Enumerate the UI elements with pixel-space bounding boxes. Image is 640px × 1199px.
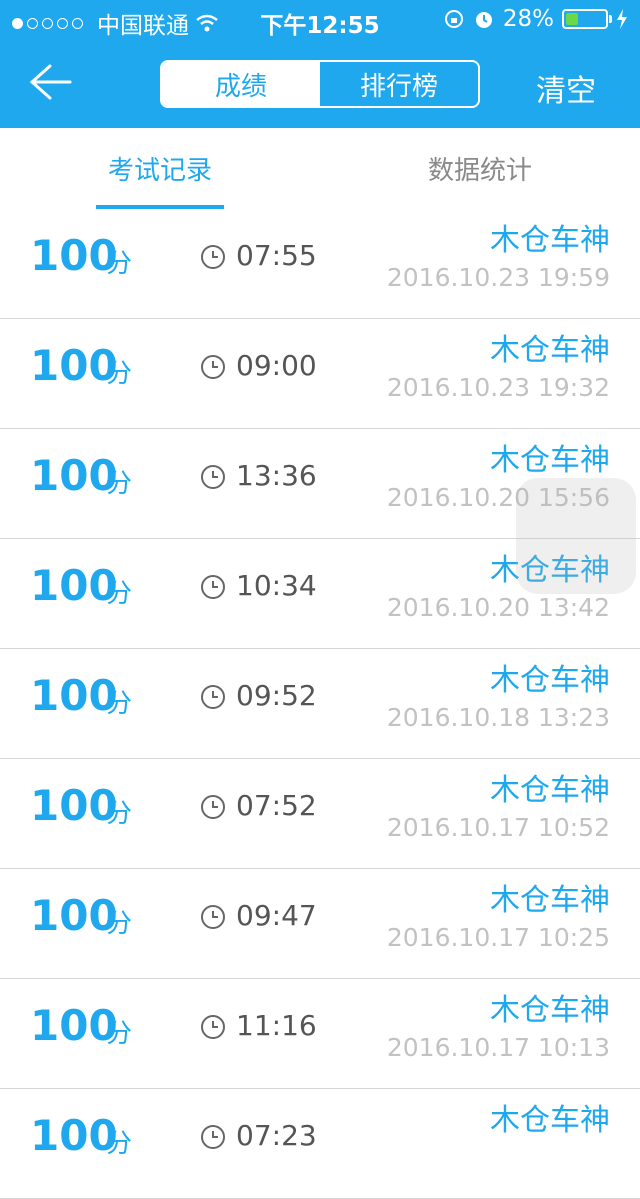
clock-icon: [201, 465, 225, 489]
user-name: 木仓车神: [490, 663, 610, 698]
segment-scores[interactable]: 成绩: [162, 62, 320, 106]
exam-date: 2016.10.20 13:42: [386, 593, 610, 622]
score-unit: 分: [106, 1019, 133, 1049]
battery-percent: 28%: [502, 6, 554, 32]
user-name: 木仓车神: [490, 333, 610, 368]
user-name: 木仓车神: [490, 1103, 610, 1138]
clock-icon: [201, 795, 225, 819]
exam-date: 2016.10.23 19:59: [386, 263, 610, 292]
user-name: 木仓车神: [490, 883, 610, 918]
exam-date: 2016.10.23 19:32: [386, 373, 610, 402]
score-unit: 分: [106, 799, 133, 829]
clock-icon: [201, 245, 225, 269]
exam-date: 2016.10.18 13:23: [386, 703, 610, 732]
charging-icon: [617, 9, 627, 29]
record-row[interactable]: 100 分 09:52 木仓车神 2016.10.18 13:23: [0, 649, 640, 759]
tab-bar: 考试记录 数据统计: [0, 128, 640, 210]
exam-duration: 09:52: [236, 679, 317, 712]
user-name: 木仓车神: [490, 223, 610, 258]
alarm-icon: [475, 12, 492, 28]
clock-icon: [201, 575, 225, 599]
segmented-control: 成绩 排行榜: [160, 60, 480, 108]
score-value: 100: [30, 671, 118, 720]
record-row[interactable]: 100 分 11:16 木仓车神 2016.10.17 10:13: [0, 979, 640, 1089]
score-value: 100: [30, 451, 118, 500]
score-value: 100: [30, 1001, 118, 1050]
tab-exam-records[interactable]: 考试记录: [0, 128, 320, 209]
exam-date: 2016.10.17 10:13: [386, 1033, 610, 1062]
exam-date: 2016.10.17 10:52: [386, 813, 610, 842]
score-value: 100: [30, 231, 118, 280]
score-value: 100: [30, 781, 118, 830]
app-header: 中国联通 下午12:55 28% 成绩 排行榜 清空: [0, 0, 640, 128]
user-name: 木仓车神: [490, 773, 610, 808]
assistive-touch-overlay[interactable]: [516, 478, 636, 594]
record-row[interactable]: 100 分 07:55 木仓车神 2016.10.23 19:59: [0, 209, 640, 319]
exam-date: 2016.10.17 10:25: [386, 923, 610, 952]
clock-icon: [201, 1015, 225, 1039]
record-row[interactable]: 100 分 07:52 木仓车神 2016.10.17 10:52: [0, 759, 640, 869]
status-bar: 中国联通 下午12:55 28%: [0, 0, 640, 40]
score-unit: 分: [106, 249, 133, 279]
score-unit: 分: [106, 689, 133, 719]
records-list: 100 分 07:55 木仓车神 2016.10.23 19:59 100 分 …: [0, 209, 640, 1199]
score-value: 100: [30, 561, 118, 610]
clock-icon: [201, 685, 225, 709]
score-unit: 分: [106, 359, 133, 389]
score-unit: 分: [106, 909, 133, 939]
user-name: 木仓车神: [490, 443, 610, 478]
exam-duration: 09:47: [236, 899, 317, 932]
clear-button[interactable]: 清空: [536, 66, 596, 110]
user-name: 木仓车神: [490, 993, 610, 1028]
exam-duration: 09:00: [236, 349, 317, 382]
clock-icon: [201, 905, 225, 929]
clock-icon: [201, 355, 225, 379]
score-unit: 分: [106, 469, 133, 499]
segment-leaderboard[interactable]: 排行榜: [320, 62, 478, 106]
score-unit: 分: [106, 1129, 133, 1159]
tab-data-statistics[interactable]: 数据统计: [320, 128, 640, 209]
status-right: 28%: [443, 6, 628, 32]
battery-icon: [562, 9, 612, 29]
rotation-lock-icon: [444, 10, 463, 28]
clock-icon: [201, 1125, 225, 1149]
record-row[interactable]: 100 分 07:23 木仓车神: [0, 1089, 640, 1199]
exam-duration: 07:55: [236, 239, 317, 272]
exam-duration: 07:52: [236, 789, 317, 822]
exam-duration: 13:36: [236, 459, 317, 492]
record-row[interactable]: 100 分 09:47 木仓车神 2016.10.17 10:25: [0, 869, 640, 979]
score-value: 100: [30, 341, 118, 390]
back-arrow-icon[interactable]: [28, 62, 72, 102]
record-row[interactable]: 100 分 09:00 木仓车神 2016.10.23 19:32: [0, 319, 640, 429]
exam-duration: 11:16: [236, 1009, 317, 1042]
exam-duration: 10:34: [236, 569, 317, 602]
score-value: 100: [30, 891, 118, 940]
score-unit: 分: [106, 579, 133, 609]
